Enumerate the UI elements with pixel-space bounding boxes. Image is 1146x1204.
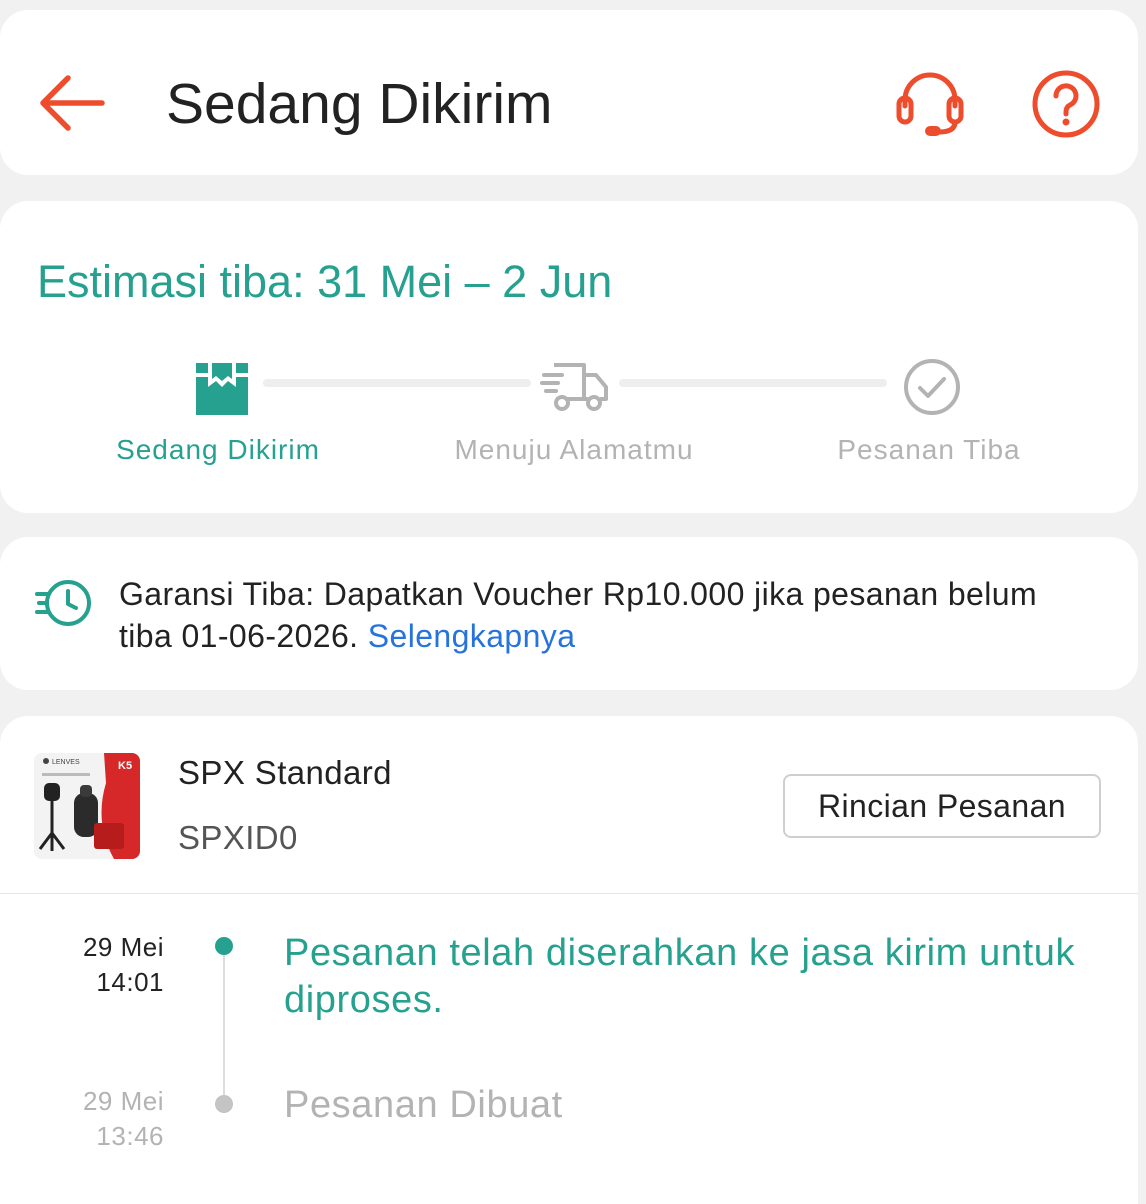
timeline-time: 13:46 — [96, 1121, 164, 1151]
timeline-date-2: 29 Mei 13:46 — [0, 1084, 164, 1154]
timeline-dot-inactive — [215, 1095, 233, 1113]
timeline-line — [223, 948, 225, 1104]
product-badge: K5 — [118, 760, 132, 772]
package-icon — [196, 363, 248, 415]
timeline-dot-active — [215, 937, 233, 955]
timeline-date-1: 29 Mei 14:01 — [0, 930, 164, 1000]
arrival-estimate: Estimasi tiba: 31 Mei – 2 Jun — [37, 256, 613, 307]
guarantee-message: Garansi Tiba: Dapatkan Voucher Rp10.000 … — [119, 576, 1037, 654]
step-label-on-the-way: Menuju Alamatmu — [454, 434, 694, 465]
progress-bar-2 — [619, 379, 887, 387]
arrow-left-icon — [40, 75, 105, 131]
product-thumbnail: LENVES K5 — [34, 753, 140, 859]
check-circle-icon — [904, 359, 960, 415]
question-circle-icon — [1032, 70, 1100, 138]
timeline-event-text: Pesanan Dibuat — [284, 1084, 563, 1126]
tracking-number[interactable]: SPXID0 — [178, 819, 296, 857]
timeline-event-text: Pesanan telah diserahkan ke jasa kirim u… — [284, 932, 1076, 1021]
timeline-day: 29 Mei — [82, 1086, 164, 1116]
fast-clock-icon — [35, 580, 91, 626]
order-details-button[interactable]: Rincian Pesanan — [783, 774, 1101, 838]
step-label-shipping: Sedang Dikirim — [116, 434, 320, 465]
timeline-day: 29 Mei — [82, 932, 164, 962]
progress-bar-1 — [263, 379, 531, 387]
divider — [0, 893, 1138, 894]
shipment-card: LENVES K5 SPX Standard SPXID0 Rincian Pe… — [0, 716, 1138, 1204]
help-button[interactable] — [1030, 68, 1102, 140]
arrival-guarantee-card[interactable]: Garansi Tiba: Dapatkan Voucher Rp10.000 … — [0, 537, 1138, 690]
headset-icon — [896, 72, 964, 136]
timeline-time: 14:01 — [96, 967, 164, 997]
guarantee-text: Garansi Tiba: Dapatkan Voucher Rp10.000 … — [119, 573, 1079, 657]
back-button[interactable] — [38, 70, 108, 136]
customer-support-button[interactable] — [893, 68, 967, 140]
truck-icon — [540, 363, 608, 411]
learn-more-link[interactable]: Selengkapnya — [368, 618, 576, 654]
product-brand: LENVES — [52, 759, 80, 766]
page-title: Sedang Dikirim — [166, 72, 553, 136]
step-label-arrived: Pesanan Tiba — [837, 434, 1021, 465]
shipping-status-card: Estimasi tiba: 31 Mei – 2 Jun Sedang Dik… — [0, 201, 1138, 513]
courier-name: SPX Standard — [178, 754, 392, 791]
top-bar: Sedang Dikirim — [0, 10, 1138, 175]
